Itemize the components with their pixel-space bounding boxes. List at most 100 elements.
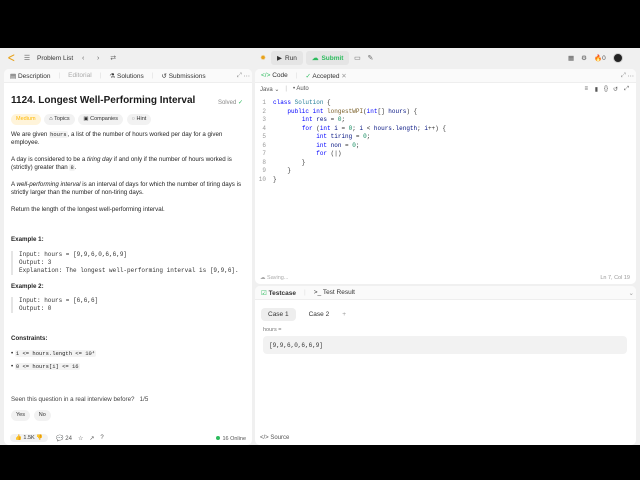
interview-buttons: Yes No [11, 410, 247, 421]
thumbs-up-icon: 👍 [15, 435, 22, 441]
topics-chip[interactable]: ⌂ Topics [44, 114, 75, 125]
paragraph-2: A day is considered to be a tiring day i… [11, 156, 247, 173]
case-2-tab[interactable]: Case 2 [302, 308, 337, 321]
tab-test-result-label: Test Result [322, 289, 355, 296]
close-icon[interactable]: ✕ [341, 73, 346, 80]
tab-test-result[interactable]: >_ Test Result [314, 289, 355, 296]
bulb-icon: ◌ [131, 116, 135, 122]
code-editor[interactable]: 1 class Solution { 2 public int longestWP… [255, 99, 636, 184]
avatar[interactable] [612, 53, 623, 63]
p2-text: A day is considered to be a [11, 155, 88, 163]
code-text: int tiring = 0; [316, 133, 371, 140]
tab-submissions[interactable]: ↺ Submissions [161, 72, 205, 80]
example-1-title: Example 1: [11, 236, 44, 243]
flask-icon: ⚗ [109, 72, 116, 80]
add-case-icon[interactable]: + [342, 311, 346, 318]
code-line: 6 int non = 0; [255, 142, 636, 151]
constraint-1-text: 1 <= hours.length <= 10⁴ [14, 349, 97, 357]
prev-problem-icon[interactable]: ‹ [78, 53, 88, 63]
tab-code[interactable]: </> Code [261, 72, 288, 79]
case-tabs: Case 1 Case 2 + [261, 308, 346, 321]
format-icon[interactable]: ≡ [584, 86, 588, 92]
paragraph-3: A well-performing interval is an interva… [11, 181, 247, 198]
constraint-2-text: 0 <= hours[i] <= 16 [14, 363, 80, 370]
line-number: 1 [262, 99, 266, 106]
topics-label: Topics [54, 116, 70, 122]
problem-list-icon[interactable]: ☰ [22, 53, 32, 63]
tab-editorial[interactable]: Editorial [68, 72, 91, 79]
more-icon[interactable]: ⋯ [628, 72, 635, 80]
shuffle-icon[interactable]: ⇄ [108, 53, 118, 63]
checkbox-icon: ☑ [261, 289, 267, 297]
language-select[interactable]: Java ⌄ [260, 86, 279, 93]
run-button[interactable]: ▶ Run [271, 51, 303, 65]
star-icon[interactable]: ☆ [78, 435, 83, 442]
layout-icon[interactable]: ▦ [568, 54, 574, 62]
bug-icon[interactable]: ✹ [258, 53, 268, 63]
line-number: 2 [262, 107, 266, 115]
testcase-input[interactable]: [9,9,6,0,6,6,9] [263, 336, 627, 354]
streak[interactable]: 🔥0 [594, 54, 606, 62]
submit-button[interactable]: ☁ Submit [305, 51, 350, 65]
collapse-icon[interactable]: ⌄ [629, 289, 634, 297]
share-icon[interactable]: ↗ [89, 435, 94, 442]
fullscreen-icon[interactable]: ⤢ [624, 86, 629, 93]
tab-code-label: Code [272, 72, 288, 79]
comments-button[interactable]: 💬 24 [56, 435, 72, 442]
help-icon[interactable]: ? [100, 435, 103, 441]
code-icon: </> [261, 72, 271, 79]
source-label: Source [270, 435, 290, 441]
yes-button[interactable]: Yes [11, 410, 30, 421]
notes-icon[interactable]: ▭ [352, 53, 362, 63]
solved-label: Solved [217, 100, 237, 106]
code-text: for (int i = 0; i < hours.length; i++) { [301, 124, 446, 132]
title-row: 1124. Longest Well-Performing Interval S… [11, 96, 247, 111]
description-footer: 👍 1.5K 👎 💬 24 ☆ ↗ ? [4, 431, 252, 445]
code-tabs: </> Code | ✓ Accepted ✕ ⤢ ⋯ [255, 69, 636, 83]
hint-chip[interactable]: ◌ Hint [126, 114, 152, 125]
braces-icon[interactable]: {} [604, 86, 608, 92]
accepted-icon: ✓ [305, 72, 311, 80]
auto-toggle[interactable]: • Auto [293, 86, 309, 92]
tab-divider: | [295, 72, 298, 79]
settings-icon[interactable]: ⚙ [581, 54, 587, 62]
auto-label: Auto [296, 86, 309, 92]
no-button[interactable]: No [33, 410, 51, 421]
example-2-output: Output: 0 [19, 305, 52, 312]
online-dot [216, 436, 221, 440]
logo-icon[interactable]: ᐸ [8, 53, 17, 63]
case-1-tab[interactable]: Case 1 [261, 308, 296, 321]
code-panel: </> Code | ✓ Accepted ✕ ⤢ ⋯ Java ⌄ | • A… [255, 69, 636, 284]
code-line: 4 for (int i = 0; i < hours.length; i++)… [255, 125, 636, 134]
top-bar: ᐸ ☰ Problem List ‹ › ⇄ ✹ ▶ Run ☁ Submit ▭ … [0, 48, 640, 68]
thumbs-down-icon: 👎 [36, 435, 44, 441]
bookmark-icon[interactable]: ▮ [595, 86, 598, 93]
more-icon[interactable]: ⋯ [244, 72, 251, 80]
next-problem-icon[interactable]: › [93, 53, 103, 63]
expand-icon[interactable]: ⤢ [237, 72, 242, 80]
testcase-tabs: ☑ Testcase | >_ Test Result ⌄ [255, 286, 636, 300]
interview-count: 1/5 [139, 395, 149, 403]
companies-chip[interactable]: ▣ Companies [78, 114, 123, 125]
line-number: 9 [262, 167, 266, 174]
top-bar-left: ᐸ ☰ Problem List ‹ › ⇄ [8, 53, 118, 63]
expand-icon[interactable]: ⤢ [621, 72, 626, 80]
tab-submissions-label: Submissions [168, 72, 206, 80]
tab-solutions[interactable]: ⚗ Solutions [109, 72, 143, 80]
code-line: 5 int tiring = 0; [255, 133, 636, 142]
cloud-icon: ☁ [260, 275, 266, 281]
like-button[interactable]: 👍 1.5K 👎 [10, 434, 49, 442]
p1-text: We are given [11, 130, 50, 138]
difficulty-badge: Medium [11, 114, 41, 125]
problem-description: 1124. Longest Well-Performing Interval S… [11, 96, 247, 421]
hint-label: Hint [136, 116, 147, 122]
problem-list-link[interactable]: Problem List [37, 55, 73, 62]
tab-testcase[interactable]: ☑ Testcase [261, 289, 296, 297]
tab-accepted[interactable]: ✓ Accepted ✕ [305, 72, 346, 80]
tab-description[interactable]: ▤ Description [10, 72, 50, 80]
tab-divider: | [58, 72, 61, 79]
source-link[interactable]: </> Source [260, 435, 289, 441]
reset-icon[interactable]: ↺ [613, 86, 618, 93]
online-count: 16 Online [216, 436, 246, 442]
edit-icon[interactable]: ✎ [365, 53, 375, 63]
